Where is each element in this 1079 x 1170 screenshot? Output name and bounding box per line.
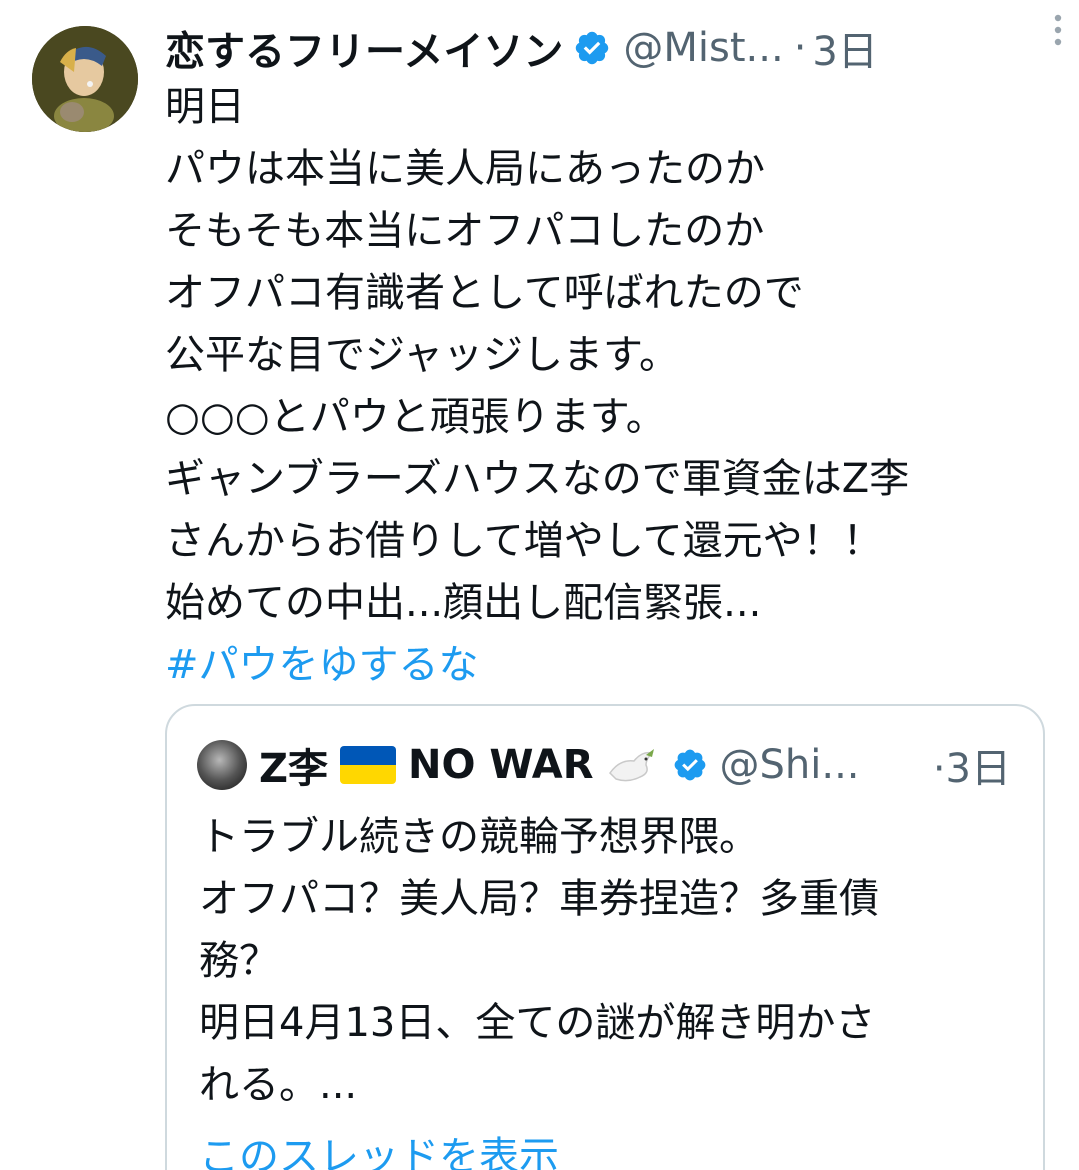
quoted-author-handle[interactable]: @Shi... <box>720 742 860 788</box>
verified-badge-icon <box>674 749 705 781</box>
hashtag-link[interactable]: #パウをゆするな <box>165 634 1055 696</box>
quoted-text-line: 明日4月13日、全ての謎が解き明かさ <box>199 1000 876 1046</box>
tweet-text-line: パウは本当に美人局にあったのか <box>165 146 765 192</box>
show-thread-link[interactable]: このスレッドを表示 <box>199 1124 559 1170</box>
quoted-time-value: 3日 <box>945 746 1011 792</box>
quoted-author-name-prefix: Z李 <box>259 746 329 792</box>
tweet-text-line: そもそも本当にオフパコしたのか <box>165 208 765 254</box>
tweet-text-line: ギャンブラーズハウスなので軍資金はZ李 <box>165 456 910 502</box>
quoted-tweet-timestamp[interactable]: ·3日 <box>933 736 1011 794</box>
tweet-header: 恋するフリーメイソン @Mist... · 3日 <box>165 18 1049 78</box>
tweet-text-line: 公平な目でジャッジします。 <box>165 332 679 378</box>
quoted-text-line: オフパコ？美人局？車券捏造？多重債 <box>199 876 879 922</box>
ukraine-flag-icon <box>340 746 397 784</box>
separator-dot: · <box>793 25 807 71</box>
quoted-author-avatar[interactable] <box>197 740 247 790</box>
tweet-text-line: 明日 <box>165 84 245 130</box>
quoted-tweet-text: トラブル続きの競輪予想界隈。 オフパコ？美人局？車券捏造？多重債 務？ 明日4月… <box>199 806 1019 1116</box>
tweet-text: 明日 パウは本当に美人局にあったのか そもそも本当にオフパコしたのか オフパコ有… <box>165 76 1055 696</box>
more-options-icon[interactable] <box>1043 10 1073 50</box>
tweet[interactable]: 恋するフリーメイソン @Mist... · 3日 明日 パウは本当に美人局にあっ… <box>0 0 1079 1170</box>
separator-dot: · <box>932 746 946 792</box>
quoted-author-display-name[interactable]: Z李 NO WAR <box>259 736 594 794</box>
tweet-text-line: 始めての中出...顔出し配信緊張... <box>165 580 762 626</box>
author-avatar[interactable] <box>32 26 138 132</box>
quoted-text-line: 務？ <box>199 938 279 984</box>
dove-icon <box>608 749 654 782</box>
quoted-tweet[interactable]: Z李 NO WAR @Shi... ·3日 トラブル続きの競輪予想界隈。 オフパ… <box>165 704 1045 1170</box>
tweet-text-line: さんからお借りして増やして還元や！！ <box>165 518 883 564</box>
avatar-painting-icon <box>32 26 138 132</box>
quoted-author-name-suffix: NO WAR <box>408 742 594 788</box>
author-display-name[interactable]: 恋するフリーメイソン <box>165 19 563 77</box>
author-handle[interactable]: @Mist... <box>623 25 783 71</box>
tweet-timestamp[interactable]: 3日 <box>812 19 877 77</box>
quoted-text-line: れる。... <box>199 1062 358 1108</box>
tweet-text-line: オフパコ有識者として呼ばれたので <box>165 270 804 316</box>
quoted-tweet-header: Z李 NO WAR @Shi... ·3日 <box>197 736 1011 794</box>
quoted-text-line: トラブル続きの競輪予想界隈。 <box>199 814 759 860</box>
tweet-text-line: ○○○とパウと頑張ります。 <box>165 394 666 440</box>
verified-badge-icon <box>576 31 609 65</box>
